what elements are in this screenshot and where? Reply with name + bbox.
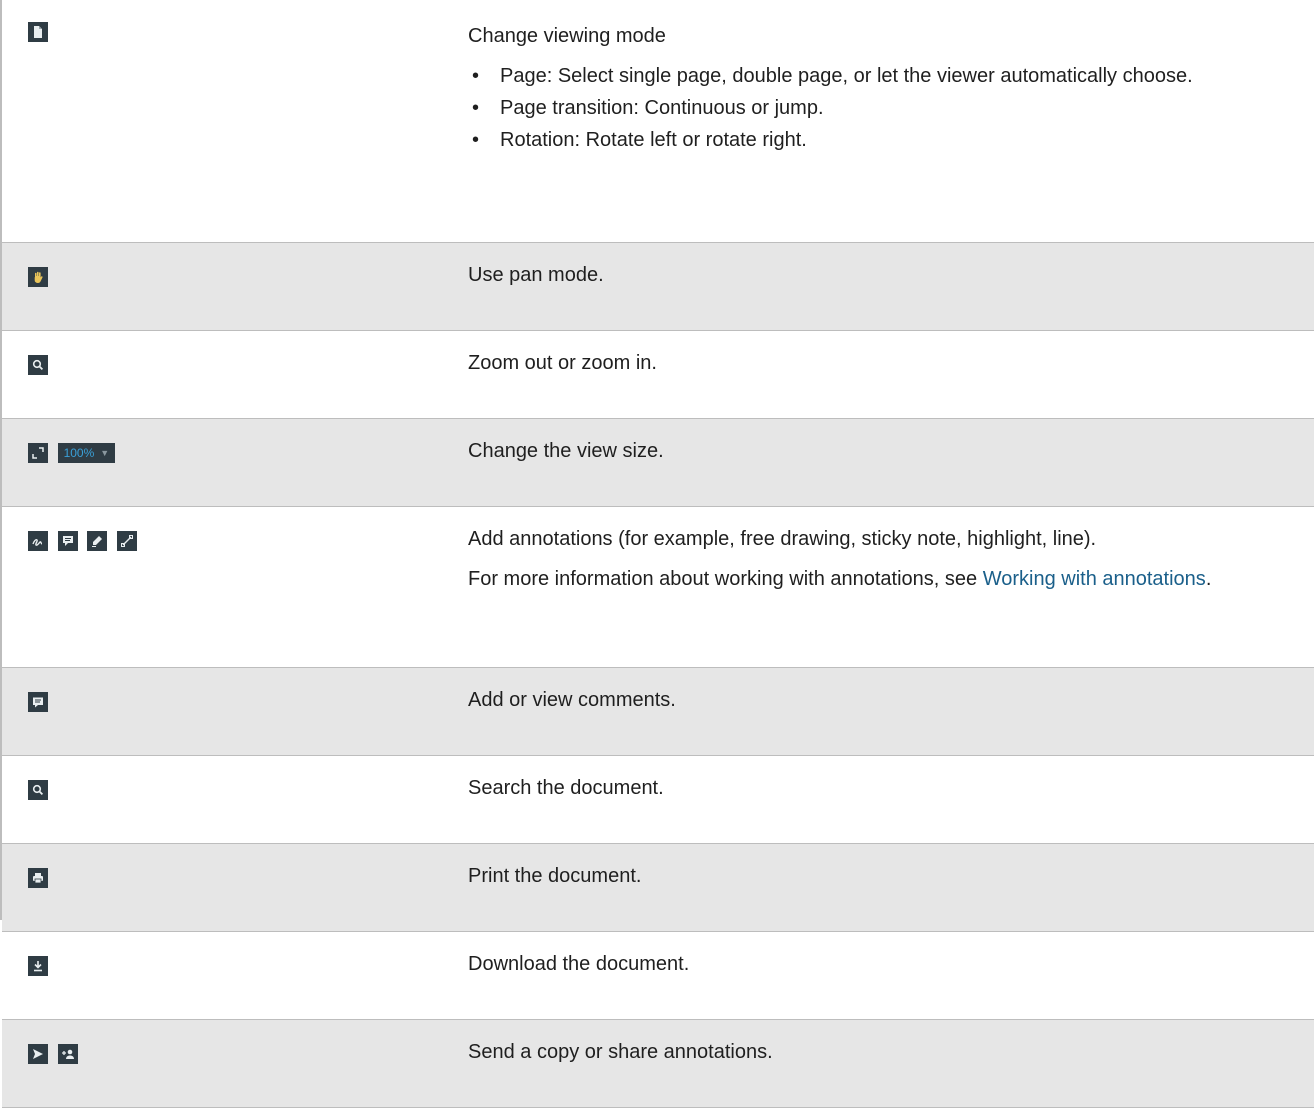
list-item: • Page: Select single page, double page, … [472,65,1193,87]
zoom-icon [28,355,48,375]
description-cell: Search the document. [468,755,1314,844]
icon-cell: 100% ▼ [2,418,468,507]
comment-icon [28,692,48,712]
table-row: Use pan mode. [2,242,1314,331]
table-row: 100% ▼ Change the view size. [2,418,1314,507]
table-row: Zoom out or zoom in. [2,330,1314,419]
icon-cell [2,506,468,668]
table-row: Download the document. [2,931,1314,1020]
icon-cell [2,242,468,331]
table-row: Print the document. [2,843,1314,932]
list-item: • Rotation: Rotate left or rotate right. [472,129,807,151]
icon-cell [2,667,468,756]
document-page: Change viewing mode • Page: Select single… [0,0,1314,1108]
more-info-paragraph: For more information about working with … [468,568,1212,590]
row-text: Download the document. [468,953,690,975]
share-user-icon [57,1044,78,1064]
description-cell: Add annotations (for example, free drawi… [468,506,1314,668]
sticky-note-icon [57,531,78,551]
icon-cell [2,330,468,419]
description-cell: Zoom out or zoom in. [468,330,1314,419]
icon-cell [2,931,468,1020]
table-row: Add or view comments. [2,667,1314,756]
icon-cell [2,0,468,243]
row-title: Change viewing mode [468,25,666,47]
table-row: Add annotations (for example, free drawi… [2,506,1314,668]
icon-cell [2,1019,468,1108]
search-icon [28,780,48,800]
download-icon [28,956,48,976]
toolbar-reference-table: Change viewing mode • Page: Select single… [2,0,1314,1108]
description-cell: Send a copy or share annotations. [468,1019,1314,1108]
print-icon [28,868,48,888]
bullet-list: • Page: Select single page, double page, … [468,62,1284,154]
zoom-level-value: 100% [63,446,95,460]
description-cell: Use pan mode. [468,242,1314,331]
highlight-icon [87,531,108,551]
row-text: Search the document. [468,777,664,799]
icon-cell [2,843,468,932]
send-icon [28,1044,48,1064]
row-text: Change the view size. [468,440,664,462]
table-row: Send a copy or share annotations. [2,1019,1314,1108]
row-text: Zoom out or zoom in. [468,352,657,374]
row-text: Add or view comments. [468,689,676,711]
description-cell: Add or view comments. [468,667,1314,756]
chevron-down-icon: ▼ [100,448,110,458]
row-text: Use pan mode. [468,264,604,286]
description-cell: Change the view size. [468,418,1314,507]
line-icon [116,531,137,551]
fit-view-icon [28,443,48,463]
icon-cell [2,755,468,844]
description-cell: Print the document. [468,843,1314,932]
working-with-annotations-link[interactable]: Working with annotations [983,568,1206,590]
description-cell: Download the document. [468,931,1314,1020]
list-item: • Page transition: Continuous or jump. [472,97,824,119]
table-row: Search the document. [2,755,1314,844]
row-text: Print the document. [468,865,642,887]
page-icon [28,22,48,42]
description-cell: Change viewing mode • Page: Select single… [468,0,1314,243]
row-text: Send a copy or share annotations. [468,1041,773,1063]
zoom-level-select: 100% ▼ [57,443,116,463]
pan-hand-icon [28,267,48,287]
free-draw-icon [28,531,48,551]
table-row: Change viewing mode • Page: Select single… [2,0,1314,243]
row-text: Add annotations (for example, free drawi… [468,528,1097,550]
